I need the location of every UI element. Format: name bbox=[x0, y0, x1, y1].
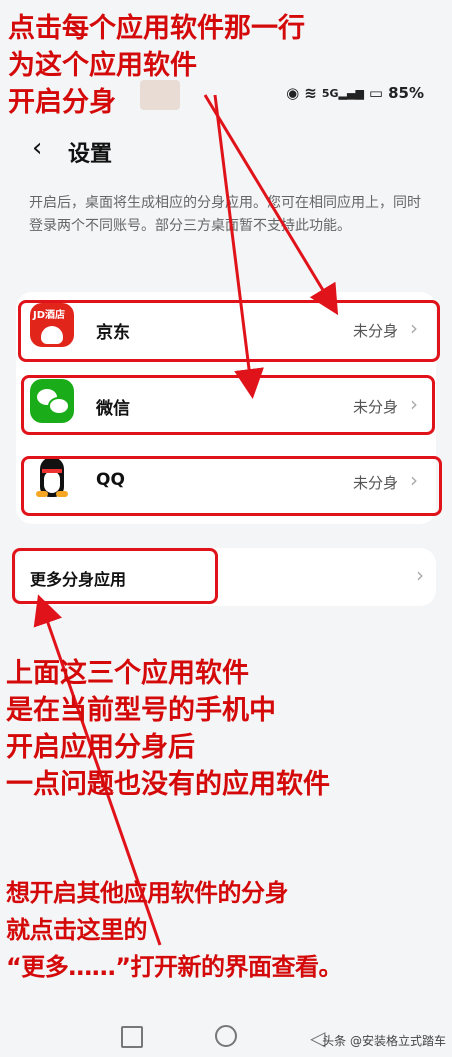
recent-apps-button[interactable] bbox=[121, 1026, 143, 1048]
arrow-to-jd bbox=[203, 94, 339, 316]
annotation-bottom: 想开启其他应用软件的分身 就点击这里的 “更多……”打开新的界面查看。 bbox=[6, 879, 343, 981]
watermark: 头条 @安装格立式踏车 bbox=[322, 1034, 446, 1048]
annotation-middle: 上面这三个应用软件 是在当前型号的手机中 开启应用分身后 一点问题也没有的应用软… bbox=[6, 658, 330, 800]
annotation-top: 点击每个应用软件那一行 为这个应用软件 开启分身 bbox=[8, 13, 305, 118]
home-button[interactable] bbox=[215, 1025, 237, 1047]
